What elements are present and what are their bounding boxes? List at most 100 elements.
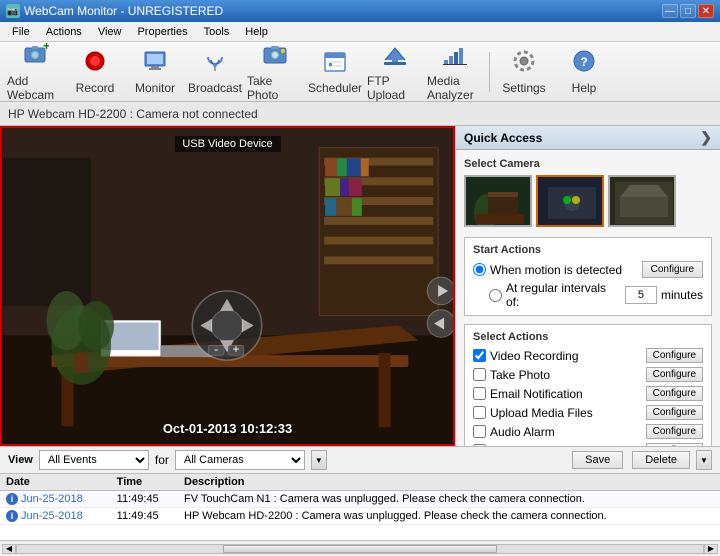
scrollbar-area: ◀ ▶ [0, 540, 720, 556]
log-time-1: 11:49:45 [111, 508, 178, 525]
scrollbar-thumb[interactable] [223, 545, 497, 553]
menu-file[interactable]: File [4, 24, 38, 40]
cameras-select[interactable]: All Cameras [175, 450, 305, 470]
maximize-button[interactable]: □ [680, 4, 696, 18]
col-time: Time [111, 474, 178, 491]
cam-thumb-bg-2 [538, 177, 602, 225]
scheduler-button[interactable]: Scheduler [306, 46, 364, 98]
events-select[interactable]: All Events [39, 450, 149, 470]
log-time-0: 11:49:45 [111, 491, 178, 508]
upload-checkbox[interactable] [473, 406, 486, 419]
ftp-upload-label: FTP Upload [367, 74, 423, 102]
upload-configure[interactable]: Configure [646, 405, 703, 420]
interval-radio[interactable] [489, 289, 502, 302]
monitor-button[interactable]: Monitor [126, 46, 184, 98]
motion-detected-radio[interactable] [473, 263, 486, 276]
record-icon [81, 49, 109, 79]
log-table-row: iJun-25-2018 11:49:45 FV TouchCam N1 : C… [0, 491, 720, 508]
scheduler-icon [321, 49, 349, 79]
email-configure[interactable]: Configure [646, 386, 703, 401]
ftp-upload-button[interactable]: FTP Upload [366, 46, 424, 98]
select-camera-label: Select Camera [464, 158, 712, 170]
media-analyzer-button[interactable]: Media Analyzer [426, 46, 484, 98]
svg-text:+: + [232, 342, 239, 356]
audio-alarm-configure[interactable]: Configure [646, 424, 703, 439]
menu-tools[interactable]: Tools [196, 24, 238, 40]
camera-thumbnail-3[interactable] [608, 175, 676, 227]
scroll-left-button[interactable]: ◀ [2, 544, 16, 554]
quick-access-expand-icon[interactable]: ❯ [700, 129, 712, 146]
delete-button[interactable]: Delete [632, 451, 690, 469]
filter-extra-dropdown[interactable]: ▼ [696, 450, 712, 470]
take-photo-label: Take Photo [247, 74, 303, 102]
launch-program-checkbox[interactable] [473, 444, 486, 446]
broadcast-icon [201, 49, 229, 79]
video-recording-configure[interactable]: Configure [646, 348, 703, 363]
monitor-label: Monitor [135, 81, 175, 95]
settings-button[interactable]: Settings [495, 46, 553, 98]
help-icon: ? [570, 49, 598, 79]
close-button[interactable]: ✕ [698, 4, 714, 18]
ftp-upload-icon [381, 42, 409, 72]
scroll-right-button[interactable]: ▶ [704, 544, 718, 554]
email-checkbox[interactable] [473, 387, 486, 400]
log-table: Date Time Description iJun-25-2018 11:49… [0, 474, 720, 525]
filter-bar: View All Events for All Cameras ▼ Save D… [0, 446, 720, 474]
cameras-dropdown-arrow[interactable]: ▼ [311, 450, 327, 470]
titlebar-title: WebCam Monitor - UNREGISTERED [24, 4, 223, 18]
add-webcam-button[interactable]: + Add Webcam [6, 46, 64, 98]
motion-detected-row: When motion is detected Configure [473, 261, 703, 278]
menu-view[interactable]: View [90, 24, 130, 40]
help-button[interactable]: ? Help [555, 46, 613, 98]
minimize-button[interactable]: — [662, 4, 678, 18]
save-button[interactable]: Save [572, 451, 623, 469]
titlebar-buttons: — □ ✕ [662, 4, 714, 18]
menu-actions[interactable]: Actions [38, 24, 90, 40]
svg-text:-: - [214, 342, 218, 356]
action-email: Email Notification Configure [473, 386, 703, 401]
interval-unit: minutes [661, 288, 703, 302]
log-description-1: HP Webcam HD-2200 : Camera was unplugged… [178, 508, 720, 525]
menu-help[interactable]: Help [237, 24, 276, 40]
record-label: Record [76, 81, 115, 95]
camera-status-text: HP Webcam HD-2200 : Camera not connected [8, 107, 258, 121]
camera-status-bar: HP Webcam HD-2200 : Camera not connected [0, 102, 720, 126]
take-photo-icon [261, 42, 289, 72]
broadcast-button[interactable]: Broadcast [186, 46, 244, 98]
broadcast-label: Broadcast [188, 81, 242, 95]
select-actions-group: Select Actions Video Recording Configure… [464, 324, 712, 446]
audio-alarm-checkbox[interactable] [473, 425, 486, 438]
action-upload: Upload Media Files Configure [473, 405, 703, 420]
take-photo-button[interactable]: Take Photo [246, 46, 304, 98]
horizontal-scrollbar[interactable] [16, 544, 704, 554]
record-button[interactable]: Record [66, 46, 124, 98]
svg-text:?: ? [580, 55, 587, 69]
menu-properties[interactable]: Properties [129, 24, 195, 40]
action-take-photo: Take Photo Configure [473, 367, 703, 382]
take-photo-action-label: Take Photo [490, 368, 550, 382]
action-video-recording: Video Recording Configure [473, 348, 703, 363]
monitor-icon [141, 49, 169, 79]
video-recording-checkbox[interactable] [473, 349, 486, 362]
col-date: Date [0, 474, 111, 491]
log-table-row: iJun-25-2018 11:49:45 HP Webcam HD-2200 … [0, 508, 720, 525]
camera-thumbnail-2[interactable] [536, 175, 604, 227]
take-photo-configure[interactable]: Configure [646, 367, 703, 382]
start-actions-title: Start Actions [473, 244, 703, 256]
scheduler-label: Scheduler [308, 81, 362, 95]
audio-alarm-label: Audio Alarm [490, 425, 555, 439]
app-icon: 📷 [6, 4, 20, 18]
motion-configure-button[interactable]: Configure [642, 261, 703, 278]
video-device-label: USB Video Device [174, 136, 280, 152]
take-photo-checkbox[interactable] [473, 368, 486, 381]
email-label: Email Notification [490, 387, 583, 401]
upload-label: Upload Media Files [490, 406, 593, 420]
media-analyzer-label: Media Analyzer [427, 74, 483, 102]
camera-thumbnail-1[interactable] [464, 175, 532, 227]
view-label: View [8, 454, 33, 466]
action-audio-alarm: Audio Alarm Configure [473, 424, 703, 439]
quick-access-header: Quick Access ❯ [456, 126, 720, 150]
cam-thumb-bg-1 [466, 177, 530, 225]
launch-program-configure[interactable]: Configure [646, 443, 703, 446]
interval-input[interactable] [625, 286, 657, 304]
